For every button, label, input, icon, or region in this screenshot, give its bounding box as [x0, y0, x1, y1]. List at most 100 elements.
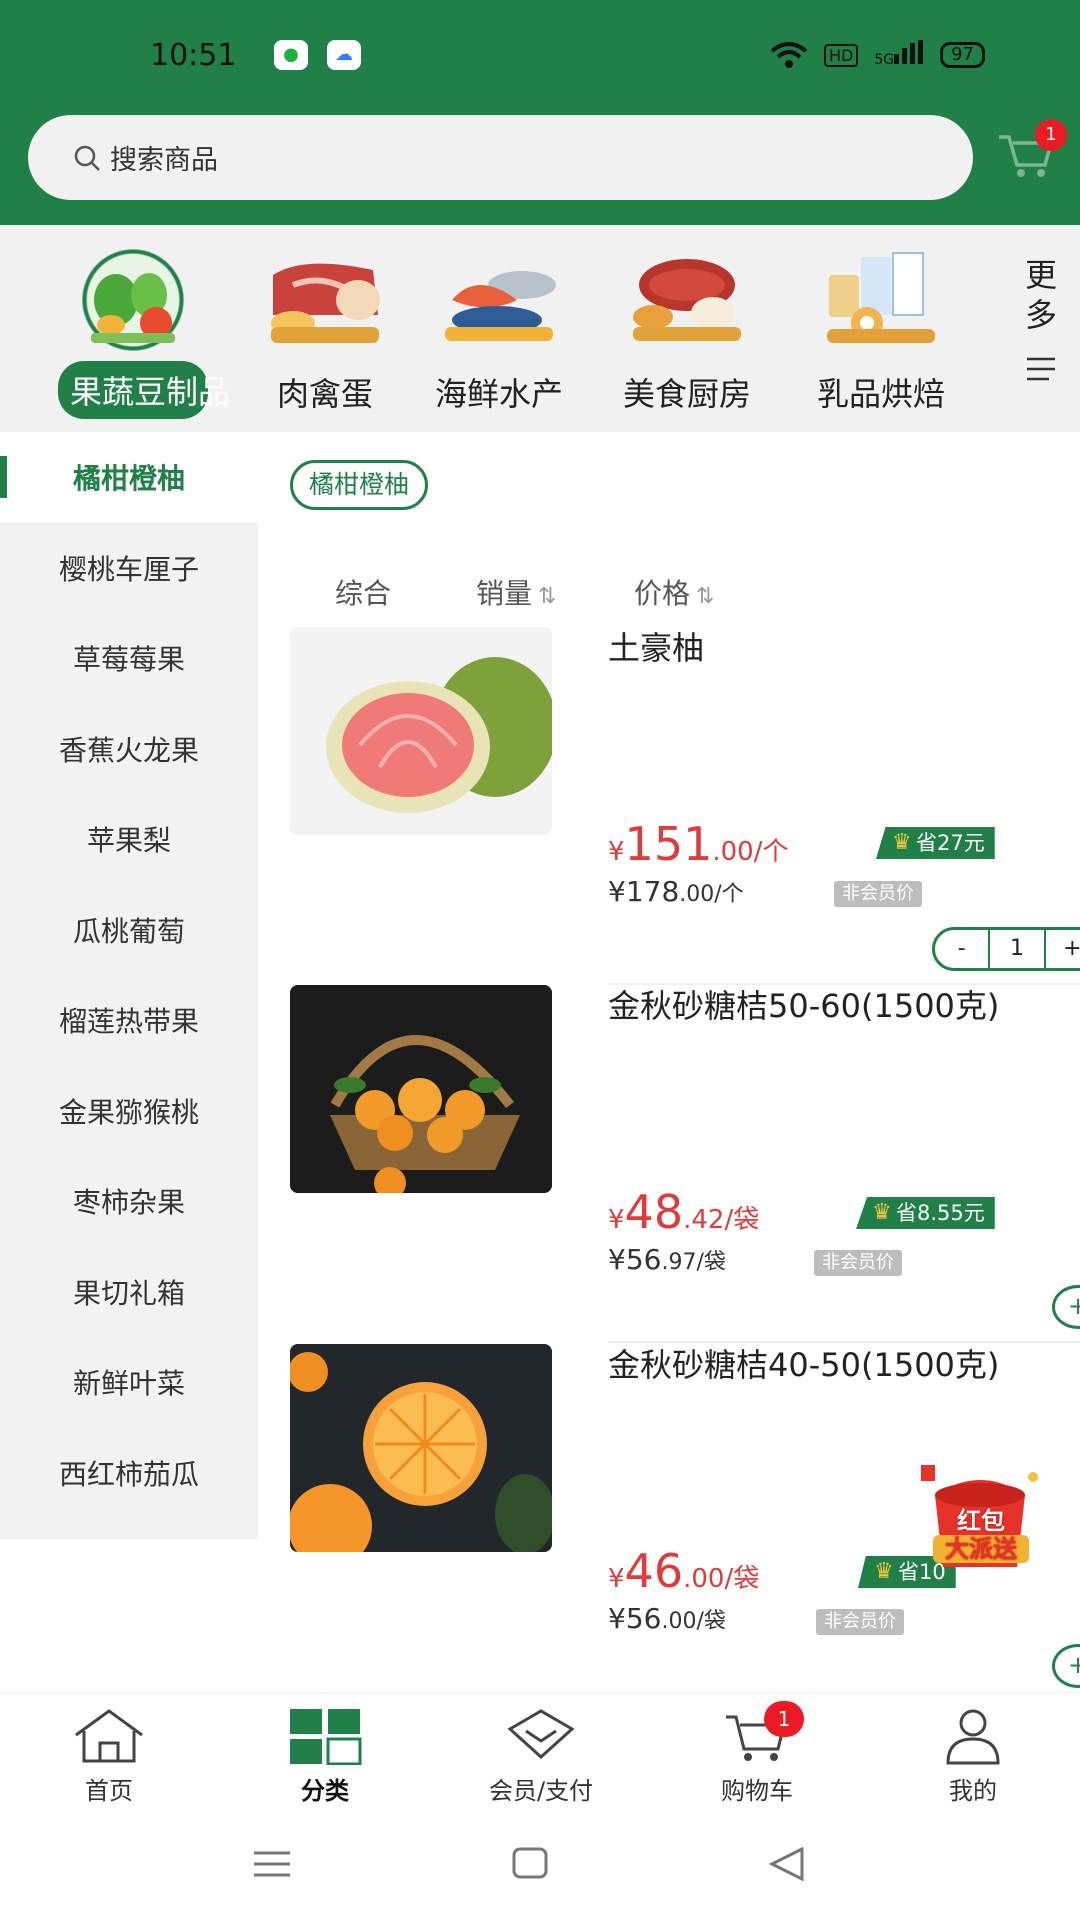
category-fruit-veg[interactable]: 果蔬豆制品: [58, 245, 230, 419]
add-to-cart-button[interactable]: +: [1052, 1285, 1080, 1329]
tab-membership-pay[interactable]: 会员/支付: [466, 1707, 616, 1806]
sidebar-item-tomato[interactable]: 西红柿茄瓜: [0, 1428, 258, 1519]
product-name: 金秋砂糖桔50-60(1500克): [608, 987, 1000, 1025]
sort-sales[interactable]: 销量 ⇅: [476, 572, 556, 612]
sidebar-item-apple-pear[interactable]: 苹果梨: [0, 794, 258, 885]
sort-price[interactable]: 价格 ⇅: [634, 572, 714, 612]
search-input[interactable]: 搜索商品: [28, 115, 973, 200]
sidebar-item-misc-fruit[interactable]: 枣柿杂果: [0, 1156, 258, 1247]
tab-label: 分类: [301, 1777, 349, 1805]
decrease-button[interactable]: -: [935, 930, 988, 968]
tab-profile[interactable]: 我的: [898, 1707, 1048, 1806]
status-icons: HD 5G 97: [770, 40, 985, 70]
wifi-icon: [770, 42, 808, 68]
sidebar-item-label: 西红柿茄瓜: [58, 1457, 199, 1491]
sort-arrows-icon: ⇅: [538, 584, 557, 609]
category-meat-egg[interactable]: 肉禽蛋: [250, 245, 400, 415]
sidebar-item-label: 瓜桃葡萄: [72, 914, 185, 948]
cart-badge: 1: [1035, 119, 1067, 151]
sidebar-item-label: 榴莲热带果: [58, 1005, 199, 1039]
category-food-kitchen[interactable]: 美食厨房: [612, 245, 762, 415]
seafood-image: [437, 245, 561, 355]
product-image: [290, 627, 552, 835]
category-label: 海鲜水产: [434, 375, 563, 413]
sidebar-item-label: 香蕉火龙果: [58, 733, 199, 767]
sort-arrows-icon: ⇅: [696, 584, 715, 609]
search-row: 搜索商品 1: [0, 105, 1080, 225]
sidebar-item-tropical[interactable]: 榴莲热带果: [0, 975, 258, 1066]
battery-icon: 97: [940, 42, 985, 68]
sidebar-item-label: 草莓莓果: [72, 643, 185, 677]
chat-app-icon: ●: [274, 40, 308, 70]
sort-overall[interactable]: 综合: [335, 572, 391, 612]
category-label: 乳品烘焙: [816, 375, 945, 413]
bottom-tab-bar: 首页 分类 会员/支付 购物车 1 我的: [0, 1692, 1080, 1807]
non-member-tag: 非会员价: [814, 1250, 902, 1276]
sidebar-item-label: 樱桃车厘子: [58, 552, 199, 586]
quantity-value[interactable]: 1: [988, 930, 1046, 968]
category-grid-icon: [290, 1709, 362, 1765]
savings-badge: 省8.55元: [856, 1197, 995, 1229]
product-price: ¥48.42/袋: [608, 1185, 760, 1239]
add-to-cart-button[interactable]: +: [1052, 1644, 1080, 1688]
tab-label: 首页: [85, 1777, 133, 1805]
tab-category[interactable]: 分类: [250, 1707, 400, 1806]
increase-button[interactable]: +: [1046, 930, 1080, 968]
non-member-tag: 非会员价: [834, 881, 922, 907]
tab-home[interactable]: 首页: [34, 1707, 184, 1806]
status-time: 10:51: [150, 38, 237, 73]
original-price: ¥56.00/袋: [608, 1602, 726, 1635]
cloud-app-icon: ☁: [327, 40, 361, 70]
red-envelope-button[interactable]: 红包 大派送: [905, 1455, 1055, 1575]
cart-button[interactable]: 1: [995, 119, 1067, 185]
sidebar-item-label: 枣柿杂果: [72, 1186, 185, 1220]
subcategory-sidebar: 橘柑橙柚 樱桃车厘子 草莓莓果 香蕉火龙果 苹果梨 瓜桃葡萄 榴莲热带果 金果猕…: [0, 432, 258, 1539]
hongbao-line2: 大派送: [933, 1535, 1029, 1563]
status-bar: 10:51 ● ☁ HD 5G 97: [0, 0, 1080, 105]
system-nav-bar: [0, 1807, 1080, 1920]
recent-apps-icon[interactable]: [252, 1849, 292, 1879]
kitchen-image: [625, 245, 749, 355]
hongbao-line1: 红包: [957, 1507, 1005, 1535]
product-name: 金秋砂糖桔40-50(1500克): [608, 1346, 1000, 1384]
more-label: 更多: [1025, 256, 1058, 334]
sidebar-item-cherry[interactable]: 樱桃车厘子: [0, 523, 258, 614]
person-icon: [946, 1709, 1000, 1765]
back-icon[interactable]: [768, 1847, 804, 1881]
fruit-veg-image: [71, 245, 195, 355]
search-placeholder: 搜索商品: [110, 145, 218, 176]
product-card[interactable]: 土豪柚 ¥151.00/个 省27元 ¥178.00/个 非会员价 - 1 +: [290, 627, 1080, 985]
non-member-tag: 非会员价: [816, 1609, 904, 1635]
sidebar-item-citrus[interactable]: 橘柑橙柚: [0, 432, 258, 523]
search-icon: [74, 145, 100, 171]
category-bar: 果蔬豆制品 肉禽蛋 海鲜水产 美食厨房 乳品烘焙 更多: [0, 225, 1080, 432]
sidebar-item-leafy[interactable]: 新鲜叶菜: [0, 1337, 258, 1428]
sidebar-item-label: 苹果梨: [86, 824, 171, 858]
diamond-icon: [507, 1709, 575, 1760]
category-label: 果蔬豆制品: [58, 361, 230, 419]
product-image: [290, 985, 552, 1193]
cart-tab-badge: 1: [764, 1701, 804, 1737]
category-dairy-bakery[interactable]: 乳品烘焙: [806, 245, 956, 415]
sidebar-item-melon-grape[interactable]: 瓜桃葡萄: [0, 885, 258, 976]
savings-badge: 省27元: [876, 827, 995, 859]
product-price: ¥46.00/袋: [608, 1544, 760, 1598]
category-seafood[interactable]: 海鲜水产: [424, 245, 574, 415]
more-categories-button[interactable]: 更多: [1025, 255, 1065, 394]
sidebar-item-banana[interactable]: 香蕉火龙果: [0, 704, 258, 795]
sidebar-item-berry[interactable]: 草莓莓果: [0, 613, 258, 704]
home-nav-icon[interactable]: [512, 1847, 548, 1879]
tab-cart[interactable]: 购物车 1: [682, 1701, 832, 1806]
sidebar-item-label: 新鲜叶菜: [72, 1367, 185, 1401]
sidebar-item-label: 果切礼箱: [72, 1276, 185, 1310]
sidebar-item-gift-box[interactable]: 果切礼箱: [0, 1247, 258, 1338]
hd-icon: HD: [823, 43, 859, 67]
product-card[interactable]: 金秋砂糖桔50-60(1500克) ¥48.42/袋 省8.55元 ¥56.97…: [290, 985, 1080, 1343]
sidebar-item-kiwi[interactable]: 金果猕猴桃: [0, 1066, 258, 1157]
subcategory-chip[interactable]: 橘柑橙柚: [290, 460, 429, 510]
sort-bar: 综合 销量 ⇅ 价格 ⇅: [258, 562, 1080, 622]
original-price: ¥56.97/袋: [608, 1243, 726, 1276]
tab-label: 我的: [949, 1777, 997, 1805]
quantity-stepper[interactable]: - 1 +: [932, 927, 1080, 971]
tab-label: 购物车: [721, 1777, 793, 1805]
